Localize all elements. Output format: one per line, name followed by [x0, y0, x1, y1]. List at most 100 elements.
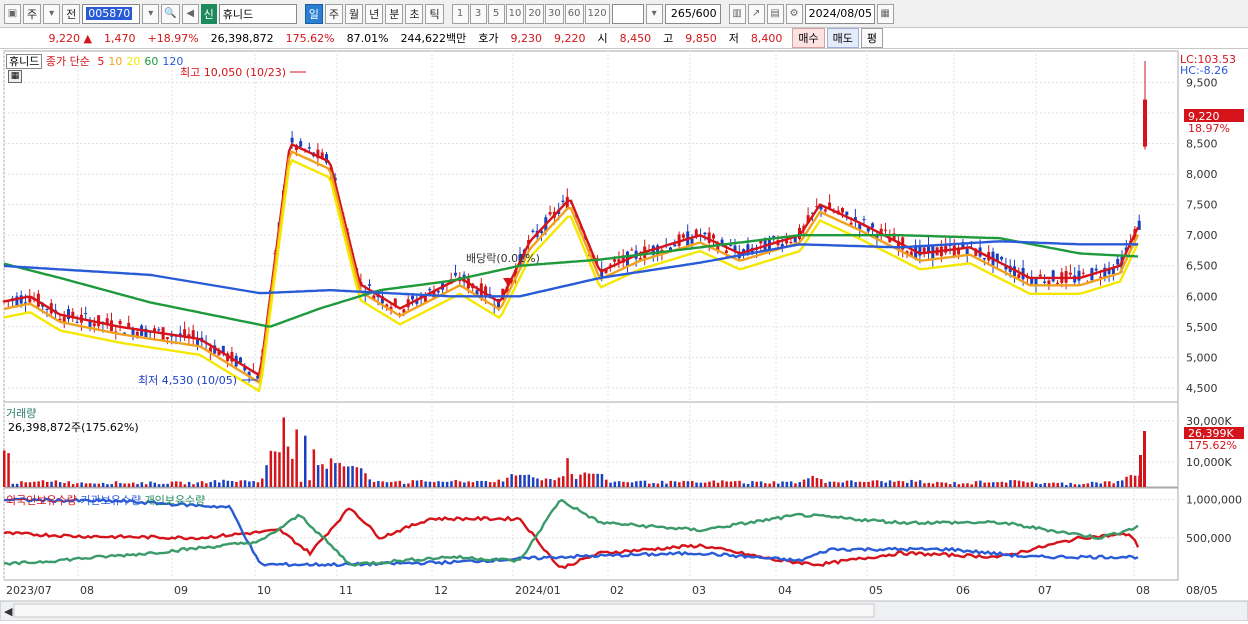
- volume-bar: [476, 480, 479, 487]
- calendar-icon[interactable]: ▦: [876, 3, 894, 24]
- chevron-down-icon[interactable]: ▾: [43, 3, 61, 24]
- volume-bar: [828, 481, 832, 487]
- interval-tab[interactable]: 120: [584, 3, 610, 24]
- period-tab[interactable]: 초: [405, 3, 424, 24]
- table-icon[interactable]: ▦: [8, 70, 22, 83]
- volume-bar: [1009, 480, 1012, 487]
- volume-bar: [678, 482, 681, 487]
- period-tab[interactable]: 분: [385, 3, 404, 24]
- volume-bar: [996, 482, 999, 487]
- interval-tab[interactable]: 3: [469, 3, 487, 24]
- individual-label: 개인보유수량: [144, 494, 206, 507]
- gear-icon[interactable]: ⚙: [785, 3, 803, 24]
- interval-tab[interactable]: 1: [451, 3, 469, 24]
- volume-bar: [712, 480, 715, 487]
- high-label: 고: [663, 32, 674, 45]
- price-tick-label: 4,500: [1186, 382, 1218, 395]
- chart-svg[interactable]: 9,5009,0008,5008,0007,5007,0006,5006,000…: [0, 50, 1248, 622]
- candle-body: [841, 207, 844, 213]
- candle-body: [97, 315, 101, 327]
- candle-body: [1051, 270, 1055, 282]
- price-tick-label: 5,500: [1186, 321, 1218, 334]
- moving-averages: [3, 142, 1140, 393]
- x-tick-label: 02: [610, 584, 624, 597]
- candle-body: [1056, 282, 1059, 284]
- candle-body: [1077, 270, 1081, 281]
- code-dropdown-icon[interactable]: ▾: [142, 3, 160, 24]
- count-field[interactable]: 265/600: [664, 3, 721, 24]
- type-select[interactable]: 주: [23, 3, 42, 24]
- volume-bar: [579, 474, 582, 487]
- volume-bar: [974, 481, 978, 487]
- volume-bar: [304, 435, 307, 487]
- sell-button[interactable]: 매도: [826, 28, 859, 48]
- volume-bar: [144, 484, 148, 487]
- interval-tab[interactable]: 5: [487, 3, 505, 24]
- volume-bar: [278, 452, 281, 487]
- holding-legend: 외국인보유수량 기관보유수량 개인보유수량: [6, 492, 205, 508]
- date-field[interactable]: 2024/08/05: [804, 3, 875, 24]
- volume-value: 26,398,872: [210, 31, 274, 45]
- ma-legend-item: 5: [97, 55, 105, 68]
- volume-bar: [1022, 481, 1025, 487]
- candle-body: [368, 284, 371, 286]
- candle-icon[interactable]: ▥: [728, 3, 746, 24]
- candle-body: [165, 337, 169, 340]
- speaker-icon[interactable]: ◀: [181, 3, 199, 24]
- stock-code-input[interactable]: 005870: [82, 3, 141, 24]
- volume-bar: [218, 482, 221, 487]
- last-pct-tag: 18.97%: [1188, 122, 1230, 135]
- interval-tab[interactable]: 60: [564, 3, 584, 24]
- volume-bar: [450, 481, 453, 487]
- volume-bar: [71, 484, 75, 487]
- volume-bar: [428, 481, 432, 487]
- volume-bar: [1004, 482, 1008, 487]
- x-tick-label: 08: [1136, 584, 1150, 597]
- period-tab[interactable]: 일: [304, 3, 323, 24]
- volume-bar: [755, 481, 758, 487]
- candle-body: [630, 249, 634, 251]
- rate-value: 87.01%: [346, 31, 389, 45]
- jeon-button[interactable]: 전: [62, 3, 81, 24]
- volume-bar: [1052, 482, 1055, 487]
- interval-tab[interactable]: 10: [505, 3, 525, 24]
- volume-bar: [802, 479, 806, 487]
- volume-bar: [540, 480, 543, 487]
- avg-button[interactable]: 평: [860, 28, 884, 48]
- volume-bar: [652, 482, 655, 487]
- interval-tab[interactable]: 30: [545, 3, 564, 24]
- stock-name-field[interactable]: 휴니드: [218, 3, 297, 24]
- interval-dropdown-icon[interactable]: ▾: [645, 3, 663, 24]
- volume-bar: [820, 479, 823, 487]
- chart-area[interactable]: 9,5009,0008,5008,0007,5007,0006,5006,000…: [0, 50, 1248, 622]
- volume-bar: [101, 482, 105, 487]
- volume-bar: [613, 481, 617, 487]
- volume-bar: [703, 482, 707, 487]
- draw-icon[interactable]: ↗: [747, 3, 765, 24]
- buy-button[interactable]: 매수: [792, 28, 825, 48]
- volume-bar: [488, 482, 492, 487]
- x-tick-label: 03: [692, 584, 706, 597]
- window-icon[interactable]: ▣: [4, 3, 21, 24]
- volume-bar: [153, 482, 156, 487]
- period-tab[interactable]: 월: [344, 3, 364, 24]
- period-tab[interactable]: 년: [365, 3, 384, 24]
- interval-tab[interactable]: 20: [525, 3, 545, 24]
- scroll-left-icon: ◀: [4, 605, 13, 618]
- volume-bar: [67, 481, 70, 487]
- period-tab[interactable]: 틱: [425, 3, 444, 24]
- foreign-label: 외국인보유수량: [6, 494, 77, 507]
- volume-bar: [411, 480, 414, 487]
- blank-field[interactable]: [611, 3, 644, 24]
- volume-bar: [248, 481, 251, 487]
- period-tab[interactable]: 주: [324, 3, 343, 24]
- volume-bar: [170, 481, 174, 487]
- volume-bar: [746, 483, 750, 487]
- save-icon[interactable]: ▤: [766, 3, 784, 24]
- open-price: 8,450: [619, 31, 652, 45]
- search-icon[interactable]: 🔍: [161, 3, 180, 24]
- volume-bar: [41, 480, 45, 487]
- volume-bar: [286, 446, 290, 487]
- candle-body: [290, 137, 294, 143]
- volume-bar: [415, 480, 419, 487]
